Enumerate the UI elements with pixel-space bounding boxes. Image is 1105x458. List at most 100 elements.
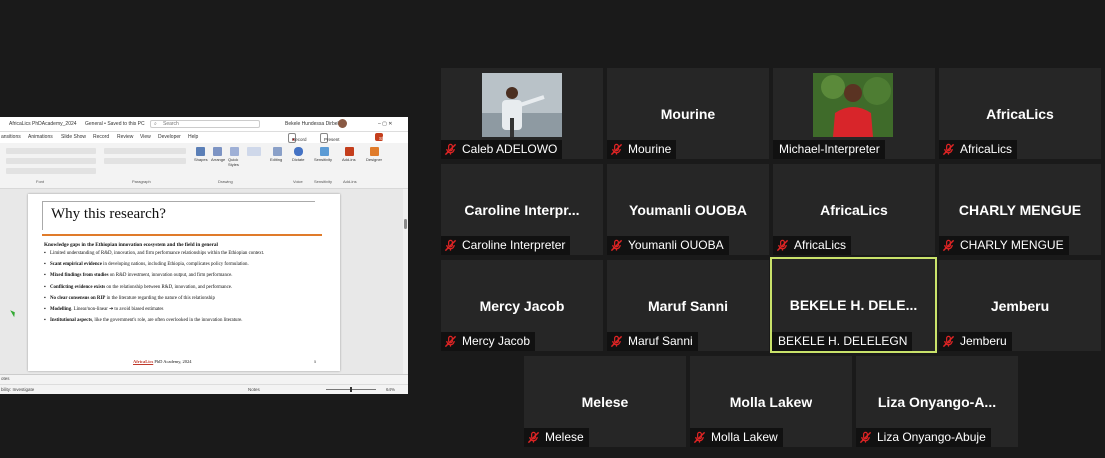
slide-bullet: Mixed findings from studies on R&D inves…: [44, 273, 329, 279]
muted-microphone-icon: [942, 239, 955, 252]
participant-tile[interactable]: Maruf Sanni Maruf Sanni: [607, 260, 769, 351]
tab-view[interactable]: View: [140, 134, 151, 140]
search-icon: ⌕: [154, 121, 157, 127]
tab-developer[interactable]: Developer: [158, 134, 181, 140]
participant-name-label: Jemberu: [939, 332, 1012, 351]
font-picker[interactable]: [6, 148, 96, 154]
zoom-slider-knob[interactable]: [350, 387, 352, 392]
muted-microphone-icon: [693, 431, 706, 444]
tab-animations[interactable]: Animations: [28, 134, 53, 140]
participant-name-label: AfricaLics: [773, 236, 852, 255]
share-button[interactable]: Share: [375, 133, 391, 141]
file-name: AfricaLics PhDAcademy_2024: [9, 121, 77, 127]
arrange-icon[interactable]: [213, 147, 222, 156]
shapes-icon[interactable]: [196, 147, 205, 156]
participant-tile[interactable]: Liza Onyango-A... Liza Onyango-Abuje: [856, 356, 1018, 447]
muted-microphone-icon: [776, 239, 789, 252]
add-ins-button-label: Add-ins: [342, 157, 356, 162]
participant-name: Maruf Sanni: [628, 334, 693, 348]
participant-tile[interactable]: Caleb ADELOWO: [441, 68, 603, 159]
participant-display-text: Melese: [581, 393, 629, 410]
muted-microphone-icon: [610, 143, 623, 156]
avatar[interactable]: [338, 119, 347, 128]
participant-tile[interactable]: Mourine Mourine: [607, 68, 769, 159]
font-color-row[interactable]: [6, 168, 96, 174]
participant-name-label: Caroline Interpreter: [441, 236, 571, 255]
sensitivity-icon[interactable]: [320, 147, 329, 156]
participant-name: Youmanli OUOBA: [628, 238, 724, 252]
sensitivity-button-label: Sensitivity: [314, 157, 333, 162]
tab-review[interactable]: Review: [117, 134, 133, 140]
participant-name: AfricaLics: [960, 142, 1013, 156]
participant-name: Michael-Interpreter: [779, 142, 880, 156]
ribbon-tabs: ansitions Animations Slide Show Record R…: [0, 132, 408, 158]
font-format-row[interactable]: [6, 158, 96, 164]
participant-display-text: Jemberu: [990, 297, 1050, 314]
participant-tile[interactable]: Molla Lakew Molla Lakew: [690, 356, 852, 447]
slide-canvas[interactable]: Why this research? Knowledge gaps in the…: [0, 189, 403, 374]
participant-name-label: Michael-Interpreter: [773, 140, 885, 159]
participant-tile[interactable]: Caroline Interpr... Caroline Interpreter: [441, 164, 603, 255]
muted-microphone-icon: [942, 335, 955, 348]
group-add-ins-label: Add-ins: [343, 179, 357, 184]
participant-tile[interactable]: Youmanli OUOBA Youmanli OUOBA: [607, 164, 769, 255]
add-ins-icon[interactable]: [345, 147, 354, 156]
scrollbar-thumb[interactable]: [404, 219, 407, 229]
slide-bullet: Limited understanding of R&D, innovation…: [44, 251, 329, 257]
notes-toggle[interactable]: Notes: [248, 387, 260, 392]
participant-tile[interactable]: AfricaLics AfricaLics: [773, 164, 935, 255]
group-font-label: Font: [36, 179, 45, 184]
bullet-bold: No clear consensus on RIP: [50, 295, 106, 301]
editing-icon[interactable]: [273, 147, 282, 156]
bullet-bold: Institutional aspects: [50, 318, 92, 324]
present-in-teams-button[interactable]: Present in Teams: [320, 133, 340, 158]
shape-format-icon[interactable]: [247, 147, 261, 156]
participant-tile[interactable]: BEKELE H. DELE... BEKELE H. DELELEGN: [770, 257, 937, 353]
designer-icon[interactable]: [370, 147, 379, 156]
shapes-button-label: Shapes: [194, 157, 208, 162]
quick-styles-icon[interactable]: [230, 147, 239, 156]
bullet-bold: Modelling: [50, 307, 72, 313]
slide[interactable]: Why this research? Knowledge gaps in the…: [28, 194, 340, 371]
paragraph-align-row[interactable]: [104, 158, 186, 164]
participant-name-label: Liza Onyango-Abuje: [856, 428, 991, 447]
ribbon: Font Paragraph Shapes Arrange Quick Styl…: [0, 143, 408, 189]
editing-button-label: Editing: [270, 157, 283, 162]
tab-help[interactable]: Help: [188, 134, 198, 140]
tab-slide-show[interactable]: Slide Show: [61, 134, 86, 140]
participant-name-label: Melese: [524, 428, 589, 447]
muted-microphone-icon: [610, 239, 623, 252]
vertical-scrollbar[interactable]: [403, 189, 408, 374]
participant-tile[interactable]: Melese Melese: [524, 356, 686, 447]
record-button[interactable]: ● Record: [288, 133, 307, 143]
participant-display-text: Maruf Sanni: [647, 297, 729, 314]
notes-pane[interactable]: otes: [0, 374, 408, 384]
slide-bullet: Scant empirical evidence in developing n…: [44, 262, 329, 268]
participant-tile[interactable]: Mercy Jacob Mercy Jacob: [441, 260, 603, 351]
microphone-icon[interactable]: [294, 147, 303, 156]
participant-tile[interactable]: AfricaLics AfricaLics: [939, 68, 1101, 159]
slide-bullet: Modelling. Linear/non-linear ➔ to avoid …: [44, 307, 329, 313]
window-controls[interactable]: – ▢ ✕: [378, 121, 392, 127]
bullet-text: , like the government's role, are often …: [91, 318, 243, 324]
participant-display-text: Mercy Jacob: [479, 297, 565, 314]
participant-name: Jemberu: [960, 334, 1007, 348]
participant-tile[interactable]: CHARLY MENGUE CHARLY MENGUE: [939, 164, 1101, 255]
paragraph-list-row[interactable]: [104, 148, 186, 154]
participant-tile[interactable]: Michael-Interpreter: [773, 68, 935, 159]
zoom-level[interactable]: 64%: [386, 387, 395, 392]
participant-display-text: Molla Lakew: [729, 393, 813, 410]
tab-record[interactable]: Record: [93, 134, 109, 140]
slide-title: Why this research?: [51, 206, 166, 222]
red-shirt-photo: [813, 73, 893, 137]
bullet-text: in developing nations, including Ethiopi…: [101, 262, 249, 268]
search-input[interactable]: ⌕ Search: [150, 120, 260, 128]
participant-tile[interactable]: Jemberu Jemberu: [939, 260, 1101, 351]
tab-transitions[interactable]: ansitions: [1, 134, 21, 140]
participant-display-text: Mourine: [660, 105, 716, 122]
muted-microphone-icon: [444, 143, 457, 156]
accessibility-status[interactable]: bility: Investigate: [1, 387, 34, 392]
participant-name: Liza Onyango-Abuje: [877, 430, 986, 444]
participant-display-text: Caroline Interpr...: [464, 201, 580, 218]
group-sensitivity-label: Sensitivity: [314, 179, 333, 184]
